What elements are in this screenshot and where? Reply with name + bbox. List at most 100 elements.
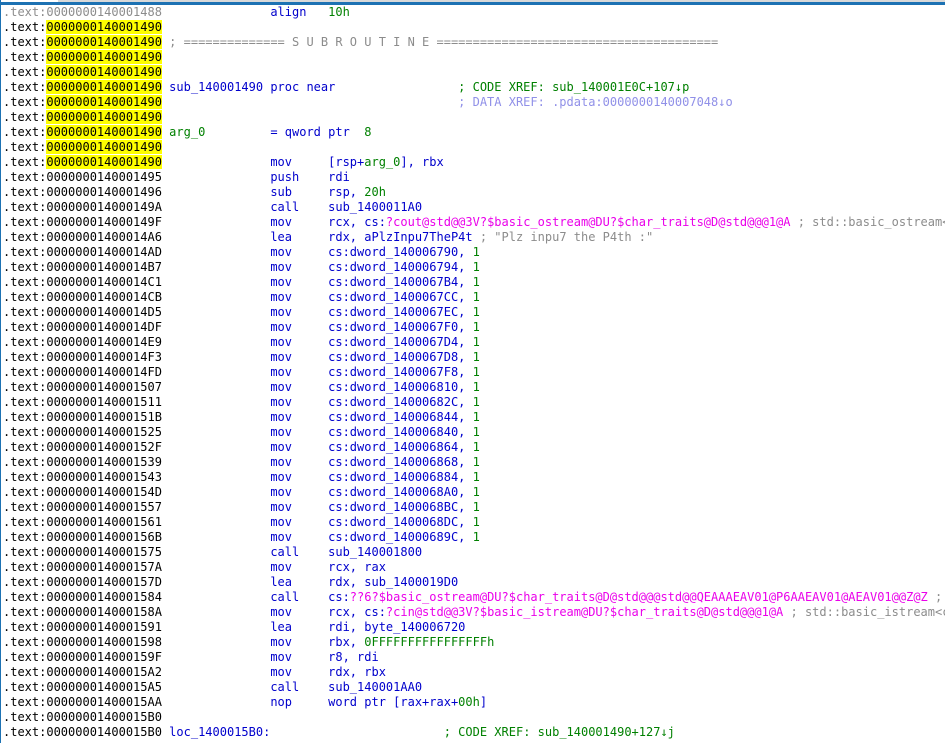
disasm-line-7[interactable]: .text:0000000140001490 ; DATA XREF: .pda… (3, 95, 945, 110)
disasm-line-32[interactable]: .text:0000000140001543 mov cs:dword_1400… (3, 470, 945, 485)
disasm-line-2[interactable]: .text:0000000140001490 (3, 20, 945, 35)
disasm-line-9[interactable]: .text:0000000140001490 arg_0 = qword ptr… (3, 125, 945, 140)
address-text: .text:00000001400014AD (3, 245, 162, 259)
address-text: .text:0000000140001495 (3, 170, 162, 184)
code-text: mov cs:dword_1400067F8, (161, 365, 473, 379)
code-text: lea rdx, aPlzInpu7TheP4t (161, 230, 473, 244)
disasm-line-12[interactable]: .text:0000000140001495 push rdi (3, 170, 945, 185)
disasm-line-49[interactable]: .text:00000001400015B0 loc_1400015B0: ; … (3, 725, 945, 740)
disasm-line-18[interactable]: .text:00000001400014B7 mov cs:dword_1400… (3, 260, 945, 275)
address-text: .text:00000001400014FD (3, 365, 162, 379)
disasm-line-1[interactable]: .text:0000000140001488 align 10h (3, 5, 945, 20)
number-or-xref-text: 20h (364, 185, 386, 199)
disasm-line-13[interactable]: .text:0000000140001496 sub rsp, 20h (3, 185, 945, 200)
disasm-line-23[interactable]: .text:00000001400014E9 mov cs:dword_1400… (3, 335, 945, 350)
disasm-line-43[interactable]: .text:0000000140001598 mov rbx, 0FFFFFFF… (3, 635, 945, 650)
dim-or-comment-text: ; std::basic_istream<cha (790, 605, 945, 619)
disasm-line-37[interactable]: .text:0000000140001575 call sub_14000180… (3, 545, 945, 560)
disasm-line-38[interactable]: .text:000000014000157A mov rcx, rax (3, 560, 945, 575)
number-or-xref-text: 00h (458, 695, 480, 709)
disassembly-listing[interactable]: .text:0000000140001488 align 10h .text:00… (1, 5, 945, 743)
disasm-line-4[interactable]: .text:0000000140001490 (3, 50, 945, 65)
disasm-line-5[interactable]: .text:0000000140001490 (3, 65, 945, 80)
address-highlighted: 0000000140001490 (46, 50, 162, 64)
code-text: mov cs:dword_140006790, (161, 245, 473, 259)
disasm-line-21[interactable]: .text:00000001400014D5 mov cs:dword_1400… (3, 305, 945, 320)
address-text: .text: (3, 95, 47, 109)
address-text: .text:000000014000149F (3, 215, 162, 229)
disasm-line-41[interactable]: .text:000000014000158A mov rcx, cs:?cin@… (3, 605, 945, 620)
address-text: .text:00000001400014A6 (3, 230, 162, 244)
code-text: mov rcx, cs: (161, 215, 386, 229)
number-or-xref-text: 1 (472, 485, 480, 499)
disasm-line-30[interactable]: .text:000000014000152F mov cs:dword_1400… (3, 440, 945, 455)
code-text: sub rsp, (161, 185, 365, 199)
address-text: .text:0000000140001507 (3, 380, 162, 394)
code-text: mov cs:dword_140006844, (161, 410, 473, 424)
disasm-line-3[interactable]: .text:0000000140001490 ; ============== … (3, 35, 945, 50)
address-text: .text:00000001400014DF (3, 320, 162, 334)
address-text: .text:00000001400015B0 (3, 725, 162, 739)
address-text: .text:0000000140001511 (3, 395, 162, 409)
disasm-line-26[interactable]: .text:0000000140001507 mov cs:dword_1400… (3, 380, 945, 395)
address-text: .text:00000001400015B0 (3, 710, 162, 724)
number-or-xref-text: 1 (472, 260, 480, 274)
disasm-line-20[interactable]: .text:00000001400014CB mov cs:dword_1400… (3, 290, 945, 305)
disasm-line-45[interactable]: .text:00000001400015A2 mov rdx, rbx (3, 665, 945, 680)
disasm-line-10[interactable]: .text:0000000140001490 (3, 140, 945, 155)
number-or-xref-text: 1 (472, 395, 480, 409)
disasm-line-44[interactable]: .text:000000014000159F mov r8, rdi (3, 650, 945, 665)
dim-or-comment-text: ; std::basic_ostream<cha (797, 215, 945, 229)
address-text: .text: (3, 65, 47, 79)
disasm-line-29[interactable]: .text:0000000140001525 mov cs:dword_1400… (3, 425, 945, 440)
address-text: .text:000000014000157D (3, 575, 162, 589)
disasm-line-16[interactable]: .text:00000001400014A6 lea rdx, aPlzInpu… (3, 230, 945, 245)
imported-name: ?cin@std@@3V?$basic_istream@DU?$char_tra… (385, 605, 784, 619)
disassembly-pane: .text:0000000140001488 align 10h .text:00… (0, 0, 945, 743)
address-text: .text:0000000140001557 (3, 500, 162, 514)
number-or-xref-text: 0FFFFFFFFFFFFFFFFh (364, 635, 495, 649)
disasm-line-28[interactable]: .text:000000014000151B mov cs:dword_1400… (3, 410, 945, 425)
address-text: .text: (3, 140, 47, 154)
number-or-xref-text: 1 (472, 410, 480, 424)
code-text: mov rbx, (161, 635, 365, 649)
disasm-line-46[interactable]: .text:00000001400015A5 call sub_140001AA… (3, 680, 945, 695)
disasm-line-24[interactable]: .text:00000001400014F3 mov cs:dword_1400… (3, 350, 945, 365)
disasm-line-19[interactable]: .text:00000001400014C1 mov cs:dword_1400… (3, 275, 945, 290)
disasm-line-42[interactable]: .text:0000000140001591 lea rdi, byte_140… (3, 620, 945, 635)
dim-or-comment-text: ; "Plz inpu7 the P4th :" (472, 230, 654, 244)
code-text: loc_1400015B0: (161, 725, 271, 739)
address-text: .text:00000001400014CB (3, 290, 162, 304)
disasm-line-35[interactable]: .text:0000000140001561 mov cs:dword_1400… (3, 515, 945, 530)
code-text: = qword ptr (205, 125, 350, 139)
disasm-line-39[interactable]: .text:000000014000157D lea rdx, sub_1400… (3, 575, 945, 590)
address-text: .text: (3, 20, 47, 34)
code-text: mov cs:dword_140006810, (161, 380, 473, 394)
disasm-line-27[interactable]: .text:0000000140001511 mov cs:dword_1400… (3, 395, 945, 410)
number-or-xref-text: 8 (349, 125, 372, 139)
disasm-line-36[interactable]: .text:000000014000156B mov cs:dword_1400… (3, 530, 945, 545)
disasm-line-33[interactable]: .text:000000014000154D mov cs:dword_1400… (3, 485, 945, 500)
code-text: mov cs:dword_140006884, (161, 470, 473, 484)
disasm-line-17[interactable]: .text:00000001400014AD mov cs:dword_1400… (3, 245, 945, 260)
address-text: .text:00000001400014E9 (3, 335, 162, 349)
code-text: push rdi (161, 170, 350, 184)
address-text: .text:000000014000156B (3, 530, 162, 544)
address-text: .text:0000000140001543 (3, 470, 162, 484)
disasm-line-34[interactable]: .text:0000000140001557 mov cs:dword_1400… (3, 500, 945, 515)
disasm-line-48[interactable]: .text:00000001400015B0 (3, 710, 945, 725)
address-text: .text: (3, 50, 47, 64)
disasm-line-6[interactable]: .text:0000000140001490 sub_140001490 pro… (3, 80, 945, 95)
address-text: .text:00000001400015AA (3, 695, 162, 709)
disasm-line-47[interactable]: .text:00000001400015AA nop word ptr [rax… (3, 695, 945, 710)
code-text: mov cs:dword_1400068DC, (161, 515, 473, 529)
disasm-line-11[interactable]: .text:0000000140001490 mov [rsp+arg_0], … (3, 155, 945, 170)
disasm-line-22[interactable]: .text:00000001400014DF mov cs:dword_1400… (3, 320, 945, 335)
code-text: mov cs:dword_1400067B4, (161, 275, 473, 289)
disasm-line-31[interactable]: .text:0000000140001539 mov cs:dword_1400… (3, 455, 945, 470)
disasm-line-25[interactable]: .text:00000001400014FD mov cs:dword_1400… (3, 365, 945, 380)
disasm-line-40[interactable]: .text:0000000140001584 call cs:??6?$basi… (3, 590, 945, 605)
disasm-line-14[interactable]: .text:000000014000149A call sub_1400011A… (3, 200, 945, 215)
disasm-line-8[interactable]: .text:0000000140001490 (3, 110, 945, 125)
disasm-line-15[interactable]: .text:000000014000149F mov rcx, cs:?cout… (3, 215, 945, 230)
